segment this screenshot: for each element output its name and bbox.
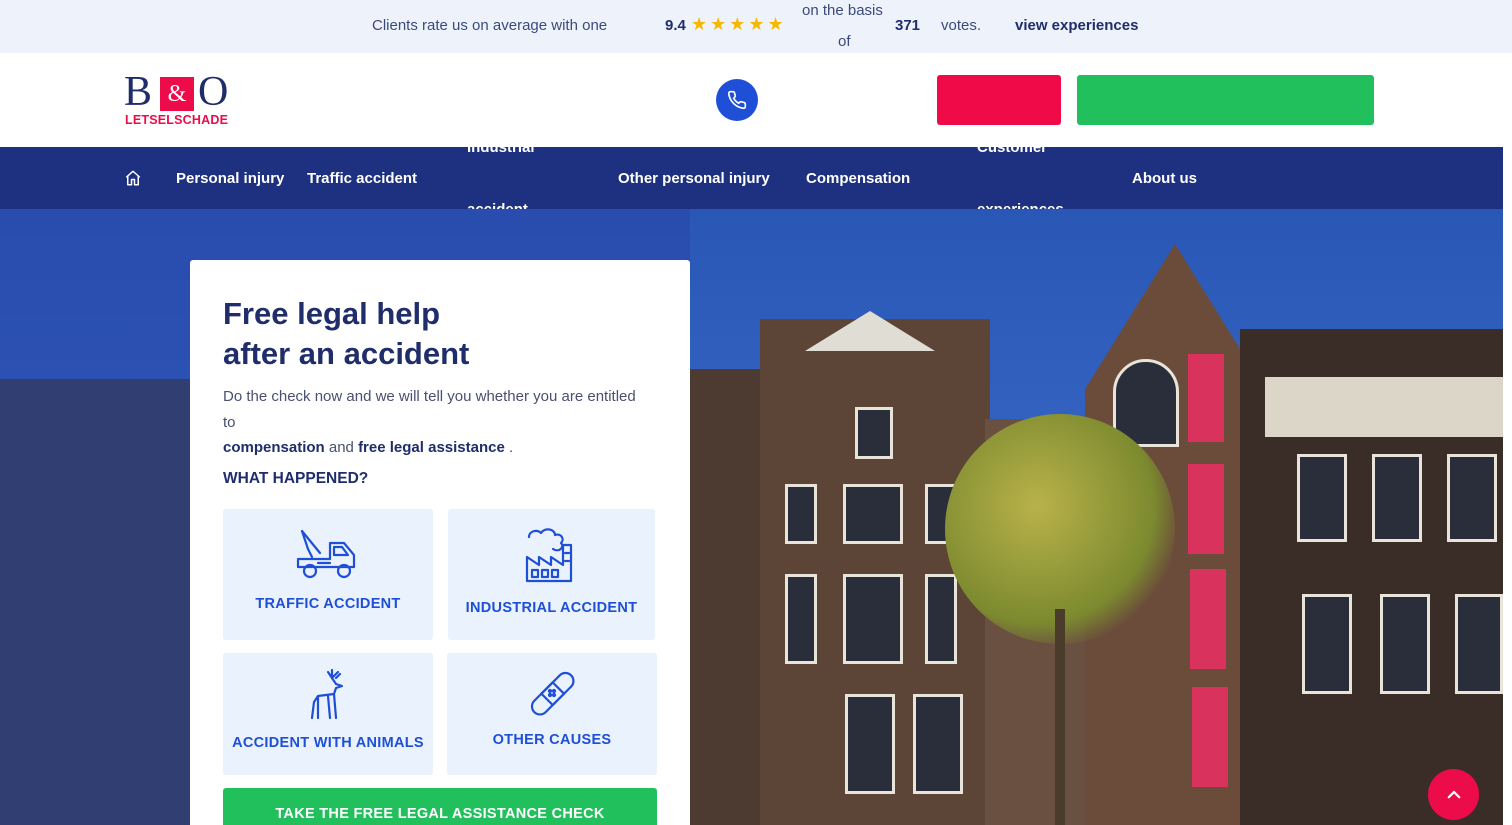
nav-item-customer-experiences-line1[interactable]: Customer xyxy=(977,147,1047,156)
window xyxy=(1297,454,1347,542)
logo-ampersand: & xyxy=(160,77,194,111)
nav-item-industrial-accident-line1[interactable]: Industrial xyxy=(467,147,535,156)
window xyxy=(843,484,903,544)
site-header: B & O LETSELSCHADE xyxy=(0,53,1512,147)
phone-icon xyxy=(727,90,747,110)
deer-icon xyxy=(310,668,344,720)
intro-end: . xyxy=(509,439,514,456)
rating-score: 9.4 xyxy=(665,17,686,34)
intro-free-legal-assistance: free legal assistance xyxy=(358,439,505,456)
card-title: Free legal help after an accident xyxy=(223,294,643,374)
tow-truck-icon xyxy=(296,529,356,579)
factory-icon xyxy=(525,528,572,583)
option-traffic-accident[interactable]: TRAFFIC ACCIDENT xyxy=(223,509,433,640)
red-shutter-1 xyxy=(1188,354,1224,442)
window xyxy=(845,694,895,794)
window xyxy=(785,574,817,664)
window xyxy=(1455,594,1503,694)
logo-subtitle: LETSELSCHADE xyxy=(125,113,229,127)
red-shutter-3 xyxy=(1190,569,1226,669)
tree-trunk xyxy=(1055,609,1065,825)
card-title-line1: Free legal help xyxy=(223,296,441,331)
home-icon[interactable] xyxy=(124,169,142,187)
building-5-cornice xyxy=(1265,377,1503,437)
window xyxy=(913,694,963,794)
page-edge xyxy=(1503,147,1512,825)
scroll-to-top-button[interactable] xyxy=(1428,769,1479,820)
nav-item-traffic-accident[interactable]: Traffic accident xyxy=(307,170,417,187)
phone-button[interactable] xyxy=(716,79,758,121)
nav-item-personal-injury[interactable]: Personal injury xyxy=(176,170,284,187)
rating-basis-text-2: of xyxy=(838,33,851,50)
window xyxy=(1447,454,1497,542)
intro-text: Do the check now and we will tell you wh… xyxy=(223,388,636,431)
main-nav: Personal injury Traffic accident Industr… xyxy=(0,147,1503,209)
header-red-button[interactable] xyxy=(937,75,1061,125)
legal-check-card: Free legal help after an accident Do the… xyxy=(190,260,690,825)
rating-bar: Clients rate us on average with one 9.4 … xyxy=(0,0,1512,53)
window xyxy=(1380,594,1430,694)
nav-item-other-personal-injury[interactable]: Other personal injury xyxy=(618,170,770,187)
window xyxy=(785,484,817,544)
rating-stars-icon: ★★★★★ xyxy=(691,14,787,34)
nav-item-compensation[interactable]: Compensation xyxy=(806,170,910,187)
option-traffic-accident-label: TRAFFIC ACCIDENT xyxy=(255,596,401,612)
logo-letter-o: O xyxy=(198,69,229,115)
window xyxy=(1372,454,1422,542)
option-accident-with-animals-label: ACCIDENT WITH ANIMALS xyxy=(232,735,424,751)
logo[interactable]: B & O LETSELSCHADE xyxy=(124,71,234,131)
nav-item-about-us[interactable]: About us xyxy=(1132,170,1197,187)
window xyxy=(855,407,893,459)
what-happened-heading: WHAT HAPPENED? xyxy=(223,470,369,487)
chevron-up-icon xyxy=(1447,790,1460,798)
intro-compensation: compensation xyxy=(223,439,325,456)
option-industrial-accident[interactable]: INDUSTRIAL ACCIDENT xyxy=(448,509,655,640)
logo-letter-b: B xyxy=(124,69,153,115)
votes-count: 371 xyxy=(895,17,921,34)
window xyxy=(1302,594,1352,694)
nav-item-industrial-accident-line2[interactable]: accident xyxy=(467,201,528,209)
view-experiences-link[interactable]: view experiences xyxy=(1015,17,1138,34)
option-accident-with-animals[interactable]: ACCIDENT WITH ANIMALS xyxy=(223,653,433,775)
rating-basis-text: on the basis xyxy=(802,2,883,19)
card-intro: Do the check now and we will tell you wh… xyxy=(223,384,643,461)
intro-and: and xyxy=(328,439,354,456)
window xyxy=(843,574,903,664)
option-other-causes-label: OTHER CAUSES xyxy=(492,732,612,748)
votes-label: votes. xyxy=(941,17,982,34)
card-title-line2: after an accident xyxy=(223,336,470,371)
header-green-button[interactable] xyxy=(1077,75,1374,125)
option-industrial-accident-label: INDUSTRIAL ACCIDENT xyxy=(465,600,638,616)
red-shutter-2 xyxy=(1188,464,1224,554)
building-1 xyxy=(690,369,770,825)
bandage-icon xyxy=(530,671,575,716)
window xyxy=(925,574,957,664)
red-shutter-4 xyxy=(1192,687,1228,787)
rating-text: Clients rate us on average with one xyxy=(372,17,608,34)
option-other-causes[interactable]: OTHER CAUSES xyxy=(447,653,657,775)
free-legal-check-button[interactable]: TAKE THE FREE LEGAL ASSISTANCE CHECK xyxy=(223,788,657,825)
